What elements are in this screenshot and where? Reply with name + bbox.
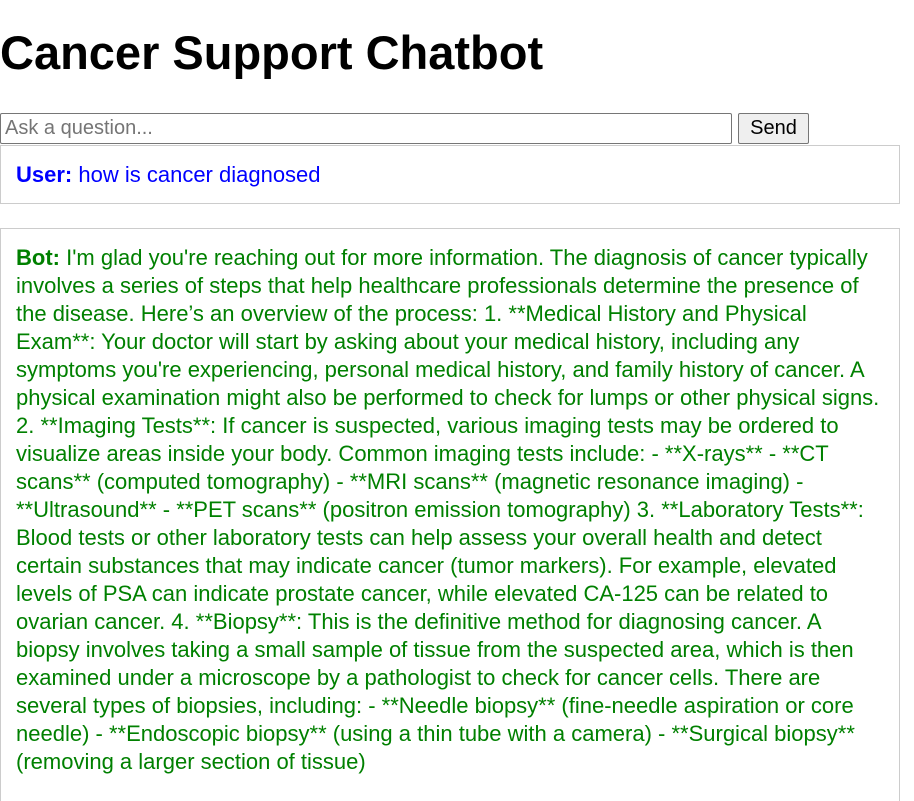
user-message: User: how is cancer diagnosed [0, 145, 900, 204]
page-title: Cancer Support Chatbot [0, 26, 544, 79]
bot-message-text: I'm glad you're reaching out for more in… [16, 245, 880, 774]
bot-speaker-label: Bot: [16, 245, 60, 270]
send-button[interactable]: Send [738, 113, 809, 144]
user-speaker-label: User: [16, 162, 73, 187]
question-input[interactable] [0, 113, 732, 144]
bot-message: Bot: I'm glad you're reaching out for mo… [0, 228, 900, 801]
user-message-text: how is cancer diagnosed [78, 162, 321, 187]
chatbot-page: Cancer Support Chatbot Send User: how is… [0, 0, 914, 801]
